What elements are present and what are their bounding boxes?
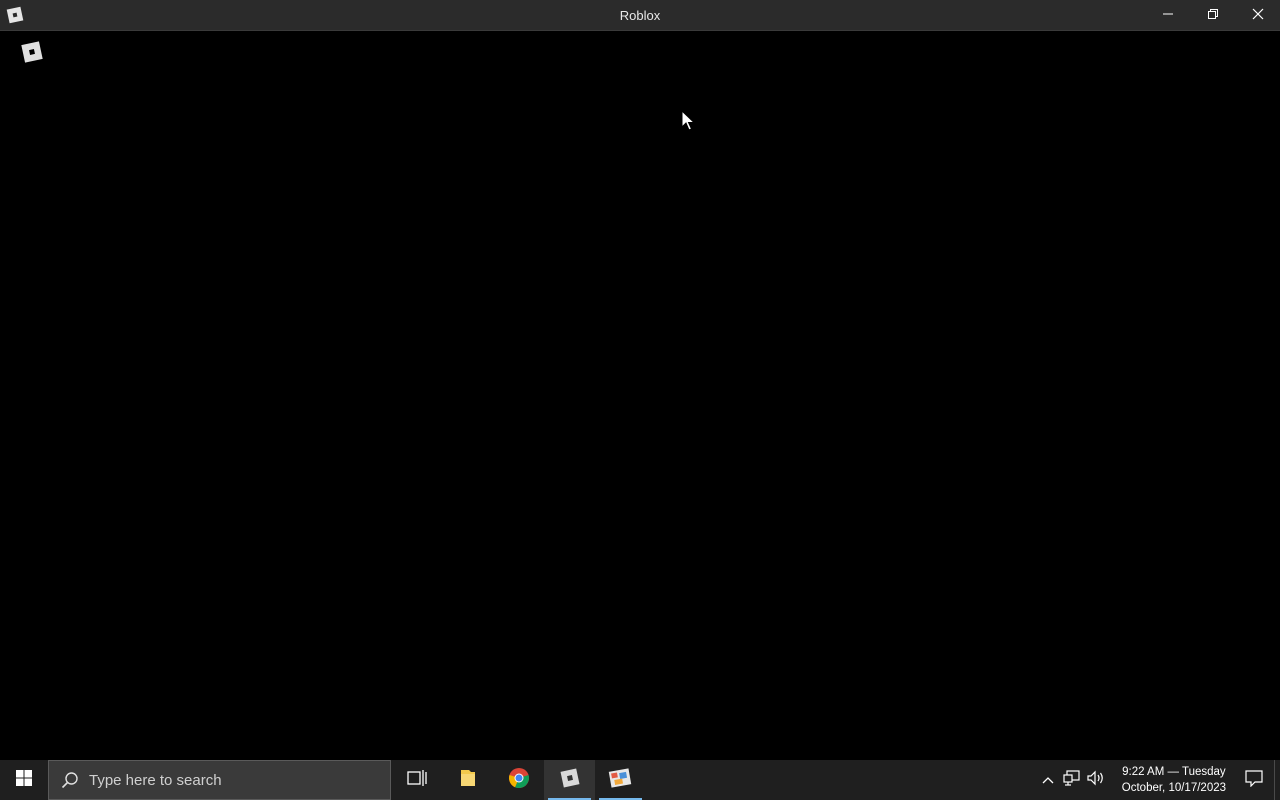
windows-start-icon [16, 769, 32, 791]
taskbar-roblox-player[interactable] [595, 760, 646, 800]
roblox-window: Roblox [0, 0, 1280, 760]
chevron-up-icon [1042, 771, 1054, 789]
close-button[interactable] [1235, 0, 1280, 31]
taskbar-search-input[interactable]: Type here to search [48, 760, 391, 800]
clock-time: 9:22 AM — Tuesday [1122, 766, 1226, 778]
minimize-button[interactable] [1145, 0, 1190, 31]
volume-button[interactable] [1084, 760, 1108, 800]
mouse-cursor-icon [681, 109, 696, 132]
game-viewport[interactable] [0, 31, 1280, 760]
start-button[interactable] [0, 760, 48, 800]
restore-icon [1207, 7, 1219, 25]
chrome-icon [508, 767, 530, 794]
close-icon [1252, 7, 1264, 25]
search-icon [61, 771, 79, 789]
task-view-button[interactable] [391, 760, 442, 800]
roblox-logo-icon [20, 40, 44, 64]
show-hidden-icons-button[interactable] [1036, 760, 1060, 800]
title-bar[interactable]: Roblox [0, 0, 1280, 31]
taskbar-chrome[interactable] [493, 760, 544, 800]
roblox-logo-icon[interactable] [6, 6, 24, 24]
notification-icon [1245, 769, 1263, 792]
action-center-button[interactable] [1234, 760, 1274, 800]
clock-date: October, 10/17/2023 [1121, 782, 1226, 794]
window-controls [1145, 0, 1280, 31]
volume-icon [1087, 770, 1105, 791]
roblox-logo-icon [559, 767, 581, 794]
roblox-player-icon [608, 767, 634, 794]
taskbar-file-explorer[interactable] [442, 760, 493, 800]
window-title: Roblox [619, 8, 661, 23]
show-desktop-button[interactable] [1274, 760, 1280, 800]
taskbar-roblox[interactable] [544, 760, 595, 800]
taskbar-clock[interactable]: 9:22 AM — Tuesday October, 10/17/2023 [1114, 764, 1234, 796]
restore-button[interactable] [1190, 0, 1235, 31]
folder-icon [457, 768, 479, 793]
search-placeholder: Type here to search [89, 771, 222, 789]
minimize-icon [1162, 7, 1174, 25]
task-view-icon [406, 769, 427, 792]
network-button[interactable] [1060, 760, 1084, 800]
taskbar: Type here to search 9:22 AM — Tuesday Oc… [0, 760, 1280, 800]
system-tray: 9:22 AM — Tuesday October, 10/17/2023 [1036, 760, 1280, 800]
network-icon [1063, 769, 1081, 791]
